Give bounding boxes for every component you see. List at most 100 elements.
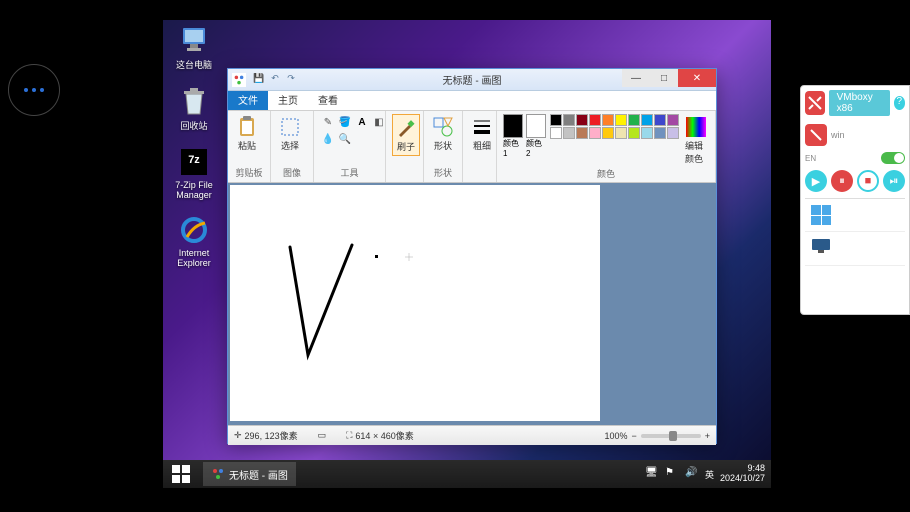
tray-flag-icon[interactable]: ⚑ [665, 467, 679, 481]
desktop-icon-ie[interactable]: Internet Explorer [169, 214, 219, 268]
pencil-tool[interactable]: ✎ [320, 114, 336, 130]
palette-color[interactable] [602, 114, 614, 126]
selection-icon: ▭ [318, 430, 327, 441]
palette-color[interactable] [654, 114, 666, 126]
palette-color[interactable] [563, 127, 575, 139]
select-button[interactable]: 选择 [277, 114, 303, 154]
clipboard-icon [236, 116, 258, 138]
color-palette [550, 114, 679, 139]
svg-text:7z: 7z [188, 154, 200, 166]
windows-tile-icon [811, 205, 831, 225]
palette-color[interactable] [602, 127, 614, 139]
edit-colors-button[interactable]: 编辑颜色 [683, 114, 709, 167]
paint-icon [211, 467, 225, 481]
start-button[interactable] [163, 460, 199, 488]
text-tool[interactable]: A [354, 114, 370, 130]
color-1-box[interactable] [503, 114, 523, 138]
vm-list-monitor[interactable] [805, 232, 905, 266]
palette-color[interactable] [654, 127, 666, 139]
tab-view[interactable]: 查看 [308, 89, 348, 110]
palette-color[interactable] [589, 127, 601, 139]
dot-icon [32, 88, 36, 92]
palette-color[interactable] [615, 127, 627, 139]
group-colors-label: 颜色 [503, 167, 709, 180]
paste-label: 粘贴 [238, 139, 256, 152]
taskbar-clock[interactable]: 9:48 2024/10/27 [720, 464, 765, 484]
qat-undo-icon[interactable]: ↶ [268, 73, 282, 87]
icon-label: 回收站 [180, 119, 207, 132]
vm-secondary-icon[interactable] [805, 124, 827, 146]
zoom-in-button[interactable]: + [705, 431, 710, 441]
eraser-tool[interactable]: ◧ [371, 114, 387, 130]
desktop-icon-7zip[interactable]: 7z 7-Zip File Manager [169, 146, 219, 200]
palette-color[interactable] [615, 114, 627, 126]
taskbar-paint-item[interactable]: 无标题 - 画图 [203, 462, 296, 486]
zoom-slider[interactable] [641, 434, 701, 438]
group-tools-label: 工具 [320, 166, 379, 179]
palette-color[interactable] [628, 114, 640, 126]
palette-color[interactable] [589, 114, 601, 126]
monitor-icon [811, 238, 831, 254]
shapes-button[interactable]: 形状 [430, 114, 456, 154]
selection-size: ▭ [318, 430, 327, 441]
tab-file[interactable]: 文件 [228, 89, 268, 110]
more-options-button[interactable] [8, 64, 60, 116]
qat-redo-icon[interactable]: ↷ [284, 73, 298, 87]
brushes-button[interactable]: 刷子 [392, 114, 420, 156]
system-tray: 🖥 ⚑ 🔊 英 9:48 2024/10/27 [645, 464, 771, 484]
dimensions-icon: ⛶ [346, 430, 352, 441]
canvas-size: ⛶ 614 × 460像素 [346, 429, 414, 442]
drawing-canvas[interactable] [230, 185, 600, 421]
tray-network-icon[interactable]: 🖥 [645, 467, 659, 481]
palette-color[interactable] [667, 127, 679, 139]
ribbon-tabs: 文件 主页 查看 [228, 91, 716, 111]
close-button[interactable]: ✕ [678, 69, 716, 87]
paint-app-icon [232, 73, 246, 87]
icon-label: 这台电脑 [176, 58, 212, 71]
extra-button[interactable]: ⏯ [883, 170, 905, 192]
color-2-box[interactable] [526, 114, 546, 138]
maximize-button[interactable]: □ [650, 69, 678, 87]
palette-color[interactable] [628, 127, 640, 139]
window-title: 无标题 - 画图 [443, 72, 502, 87]
desktop-icon-recycle-bin[interactable]: 回收站 [169, 85, 219, 132]
stop-button[interactable]: ■ [857, 170, 879, 192]
group-image-label: 图像 [277, 166, 307, 179]
size-label: 粗细 [473, 139, 491, 152]
palette-color[interactable] [550, 127, 562, 139]
language-toggle[interactable] [881, 152, 905, 164]
palette-color[interactable] [563, 114, 575, 126]
vm-control-panel: VMboxy x86 ? win EN ▶ ⏸ ■ ⏯ [800, 85, 910, 315]
minimize-button[interactable]: — [622, 69, 650, 87]
play-button[interactable]: ▶ [805, 170, 827, 192]
desktop-icon-this-pc[interactable]: 这台电脑 [169, 24, 219, 71]
icon-label: Internet Explorer [169, 248, 219, 268]
color-picker-tool[interactable]: 💧 [320, 131, 336, 147]
titlebar[interactable]: 💾 ↶ ↷ 无标题 - 画图 ? — □ ✕ [228, 69, 716, 91]
qat-save-icon[interactable]: 💾 [252, 73, 266, 87]
windows-logo-icon [172, 465, 190, 483]
palette-color[interactable] [576, 114, 588, 126]
ime-indicator[interactable]: 英 [705, 468, 714, 481]
palette-color[interactable] [550, 114, 562, 126]
pause-button[interactable]: ⏸ [831, 170, 853, 192]
zoom-out-button[interactable]: − [631, 431, 636, 441]
paste-button[interactable]: 粘贴 [234, 114, 260, 154]
shapes-label: 形状 [434, 139, 452, 152]
size-button[interactable]: 粗细 [469, 114, 495, 154]
palette-color[interactable] [576, 127, 588, 139]
fill-tool[interactable]: 🪣 [337, 114, 353, 130]
vm-list-windows[interactable] [805, 199, 905, 232]
group-clipboard-label: 剪贴板 [234, 166, 264, 179]
magnifier-tool[interactable]: 🔍 [337, 131, 353, 147]
palette-color[interactable] [667, 114, 679, 126]
tray-volume-icon[interactable]: 🔊 [685, 467, 699, 481]
palette-color[interactable] [641, 114, 653, 126]
canvas-scroll-area[interactable] [228, 183, 716, 425]
zoom-level: 100% [604, 431, 627, 441]
vm-app-icon[interactable] [805, 91, 825, 115]
tab-home[interactable]: 主页 [268, 89, 308, 110]
help-icon[interactable]: ? [894, 96, 905, 110]
desktop-icons: 这台电脑 回收站 7z 7-Zip File Manager Internet … [169, 24, 219, 268]
palette-color[interactable] [641, 127, 653, 139]
